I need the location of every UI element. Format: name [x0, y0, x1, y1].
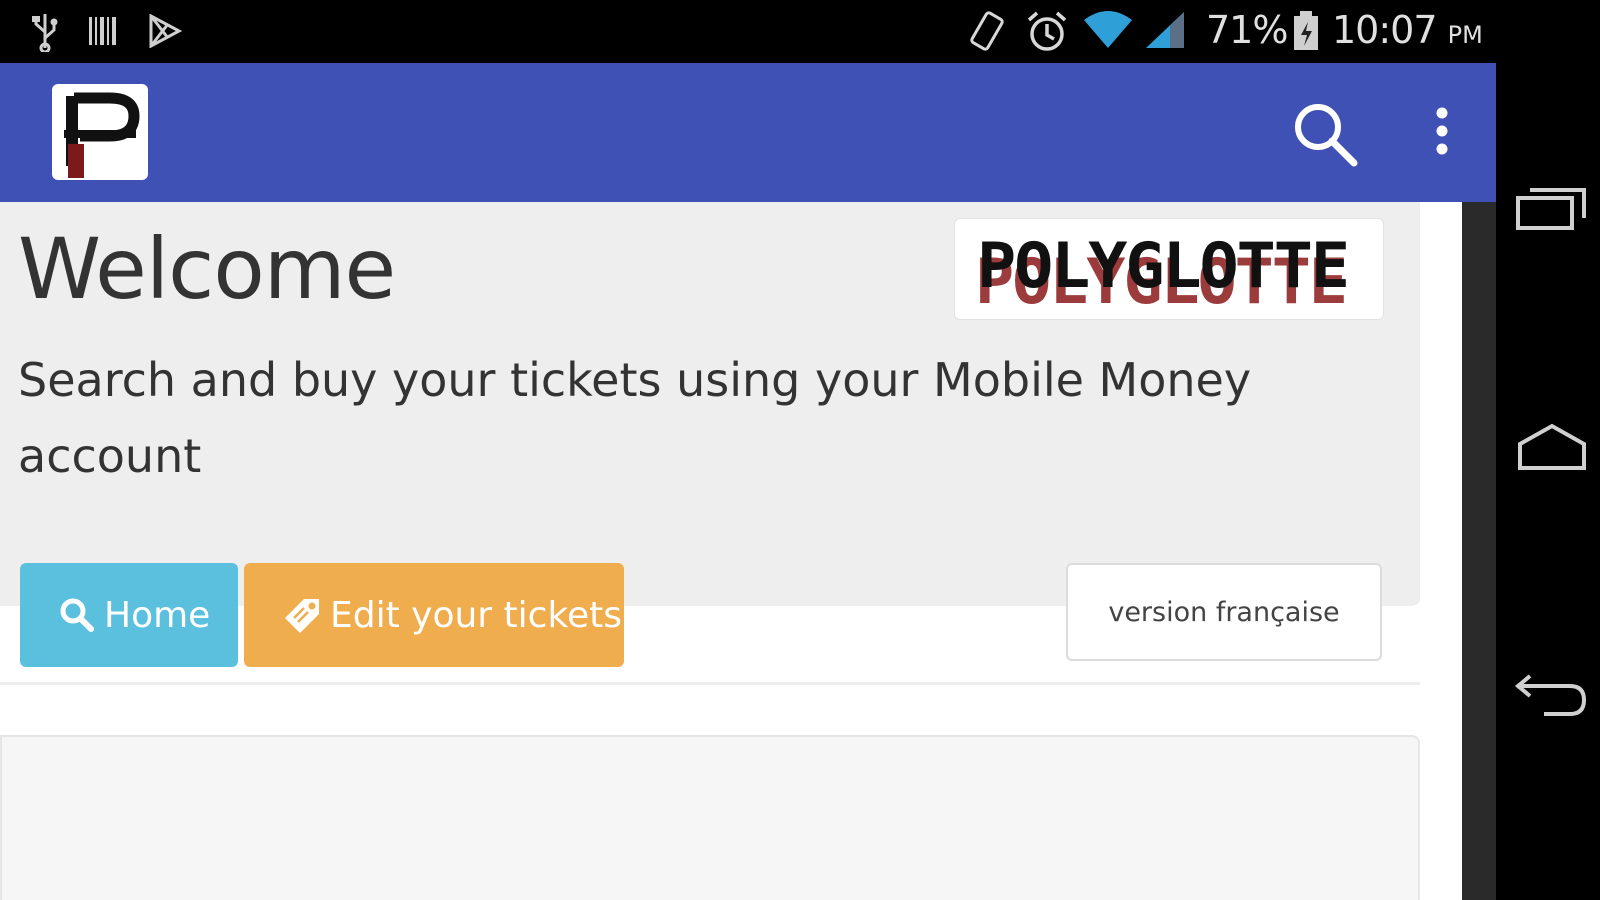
- home-icon: [1518, 423, 1586, 470]
- barcode-icon: [89, 17, 116, 45]
- intro-text: Search and buy your tickets using your M…: [18, 353, 1252, 483]
- app-logo-graphic: [64, 92, 140, 178]
- clock-time: 10:07: [1332, 8, 1438, 52]
- screen-rotation-icon: [970, 11, 1004, 51]
- app-logo-icon[interactable]: [52, 84, 148, 180]
- navigation-bar: [1496, 0, 1600, 900]
- recent-apps-button[interactable]: [1514, 176, 1590, 236]
- brand-logo-text: POLYGLOTTE: [977, 229, 1350, 302]
- home-button[interactable]: Home: [20, 563, 238, 667]
- home-nav-button[interactable]: [1514, 418, 1590, 478]
- signal-icon: [1146, 12, 1184, 48]
- welcome-panel: Welcome POLYGLOTTE POLYGLOTTE Search and…: [0, 202, 1420, 606]
- divider: [0, 682, 1420, 685]
- battery-icon: [1294, 11, 1318, 50]
- usb-icon: [32, 14, 58, 52]
- edit-tickets-label: Edit your tickets: [330, 594, 623, 636]
- battery-percent: 71%: [1206, 8, 1288, 52]
- footer-panel: [0, 735, 1420, 900]
- page-content: Welcome POLYGLOTTE POLYGLOTTE Search and…: [0, 202, 1462, 900]
- brand-logo: POLYGLOTTE POLYGLOTTE: [954, 218, 1384, 320]
- clock: 10:07 PM: [1332, 8, 1483, 52]
- search-icon: [1295, 104, 1358, 167]
- back-button[interactable]: [1514, 664, 1590, 724]
- edit-tickets-button[interactable]: Edit your tickets: [244, 563, 624, 667]
- page-title: Welcome: [18, 220, 396, 318]
- language-switch-button[interactable]: version française: [1066, 563, 1382, 661]
- scrollbar[interactable]: [1462, 202, 1496, 900]
- alarm-icon: [1027, 11, 1067, 51]
- status-bar: 71% 10:07 PM: [0, 0, 1496, 63]
- home-button-label: Home: [104, 594, 211, 636]
- overflow-menu-button[interactable]: [1422, 103, 1462, 163]
- play-store-icon: [149, 14, 182, 48]
- clock-ampm: PM: [1447, 21, 1483, 49]
- tag-icon: [285, 599, 319, 633]
- overflow-menu-icon: [1436, 107, 1448, 155]
- search-button[interactable]: [1290, 99, 1360, 169]
- wifi-icon: [1084, 11, 1132, 48]
- app-bar: [0, 63, 1496, 202]
- recent-apps-icon: [1516, 188, 1586, 230]
- back-icon: [1514, 674, 1587, 716]
- search-icon: [60, 598, 94, 632]
